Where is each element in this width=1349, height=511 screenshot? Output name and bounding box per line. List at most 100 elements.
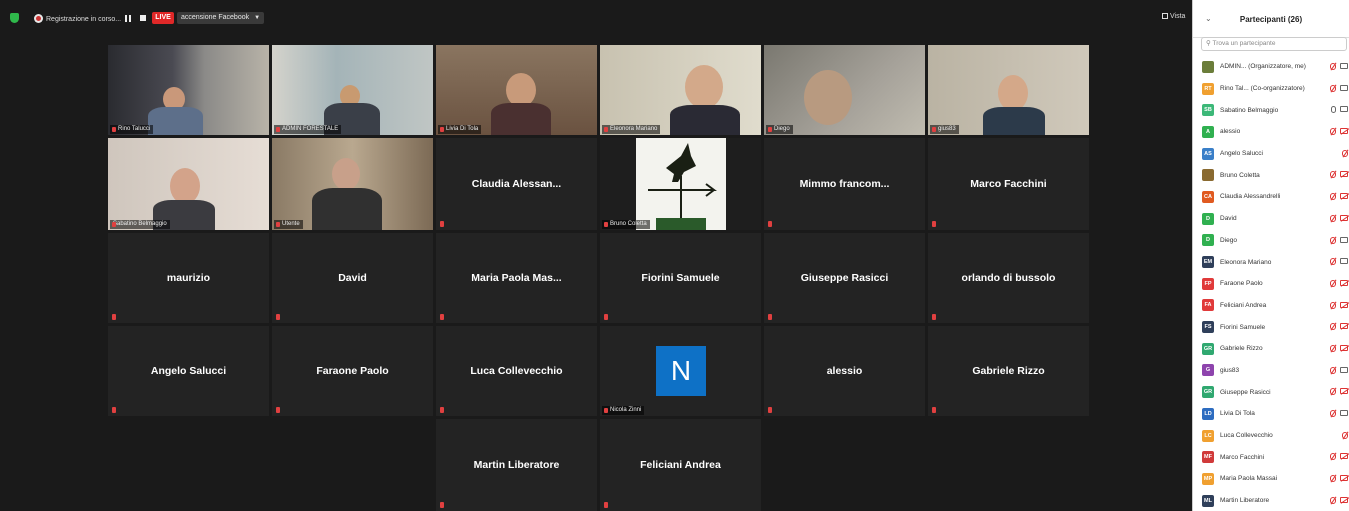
participant-name: Mimmo francom...: [799, 178, 890, 190]
mic-muted-icon: [1330, 171, 1336, 179]
mic-muted-icon: [604, 502, 608, 508]
video-tile[interactable]: ADMIN FORESTALE: [272, 45, 433, 135]
participant-row[interactable]: FA Feliciani Andrea: [1193, 295, 1349, 317]
avatar: FA: [1202, 299, 1214, 312]
name-tile[interactable]: Gabriele Rizzo: [928, 326, 1089, 416]
stream-label: accensione Facebook: [181, 14, 250, 21]
name-tile[interactable]: Marco Facchini: [928, 138, 1089, 230]
mic-muted-icon: [768, 407, 772, 413]
view-label: Vista: [1170, 13, 1186, 20]
name-tile[interactable]: Maria Paola Mas...: [436, 233, 597, 323]
mic-muted-icon: [768, 221, 772, 227]
participant-name-tag: Livia Di Tola: [438, 125, 482, 134]
participant-row[interactable]: LC Luca Collevecchio: [1193, 425, 1349, 447]
camera-off-icon: [1340, 344, 1348, 351]
video-tile[interactable]: Bruno Coletta: [600, 138, 761, 230]
mic-muted-icon: [440, 407, 444, 413]
name-tile[interactable]: Mimmo francom...: [764, 138, 925, 230]
stream-dropdown[interactable]: accensione Facebook ▼: [177, 12, 265, 24]
avatar-tile[interactable]: N Nicola Zinni: [600, 326, 761, 416]
name-tile[interactable]: Feliciani Andrea: [600, 419, 761, 511]
participant-name: Feliciani Andrea: [640, 459, 721, 471]
name-tile[interactable]: Claudia Alessan...: [436, 138, 597, 230]
camera-off-icon: [1340, 214, 1348, 221]
view-button[interactable]: Vista: [1162, 13, 1185, 20]
participant-row[interactable]: FP Faraone Paolo: [1193, 273, 1349, 295]
participant-name: Maria Paola Massai: [1220, 475, 1278, 483]
live-badge: LIVE: [152, 12, 174, 24]
deer-weathervane-logo: [648, 143, 717, 230]
participant-name: Claudia Alessandrelli: [1220, 193, 1281, 201]
participant-status-icons: [1330, 475, 1348, 483]
participant-name: Luca Collevecchio: [470, 365, 563, 377]
participant-row[interactable]: RT Rino Tal... (Co-organizzatore): [1193, 78, 1349, 100]
participant-row[interactable]: MP Maria Paola Massai: [1193, 468, 1349, 490]
mic-muted-icon: [1330, 366, 1336, 374]
participant-row[interactable]: D David: [1193, 208, 1349, 230]
name-tile[interactable]: maurizio: [108, 233, 269, 323]
camera-icon: [1340, 258, 1348, 265]
participant-row[interactable]: FS Fiorini Samuele: [1193, 316, 1349, 338]
video-tile[interactable]: Rino Talucci: [108, 45, 269, 135]
avatar: G: [1202, 364, 1214, 377]
participant-row[interactable]: LD Livia Di Tola: [1193, 403, 1349, 425]
participant-row[interactable]: SB Sabatino Belmaggio: [1193, 99, 1349, 121]
mic-muted-icon: [1330, 279, 1336, 287]
avatar: FS: [1202, 321, 1214, 334]
name-tile[interactable]: Angelo Salucci: [108, 326, 269, 416]
security-shield-icon[interactable]: [10, 13, 19, 23]
participant-row[interactable]: Aalessio: [1193, 121, 1349, 143]
participant-row[interactable]: D Diego: [1193, 230, 1349, 252]
search-input[interactable]: ⚲ Trova un partecipante: [1201, 37, 1347, 51]
camera-icon: [1340, 236, 1348, 243]
mic-muted-icon: [1330, 453, 1336, 461]
name-tile[interactable]: alessio: [764, 326, 925, 416]
participant-row[interactable]: Ggius83: [1193, 360, 1349, 382]
mic-muted-icon: [1330, 214, 1336, 222]
name-tile[interactable]: David: [272, 233, 433, 323]
video-tile[interactable]: Diego: [764, 45, 925, 135]
name-tile[interactable]: Giuseppe Rasicci: [764, 233, 925, 323]
camera-off-icon: [1340, 475, 1348, 482]
name-tile[interactable]: Luca Collevecchio: [436, 326, 597, 416]
video-tile-active-speaker[interactable]: Sabatino Belmaggio: [108, 138, 269, 230]
chevron-down-icon: ▼: [254, 15, 261, 21]
participant-row[interactable]: GR Giuseppe Rasicci: [1193, 381, 1349, 403]
participant-row[interactable]: Bruno Coletta: [1193, 164, 1349, 186]
participant-name-tag: Diego: [766, 125, 793, 134]
participant-row[interactable]: GR Gabriele Rizzo: [1193, 338, 1349, 360]
name-tile[interactable]: Martin Liberatore: [436, 419, 597, 511]
participant-name: ADMIN... (Organizzatore, me): [1220, 63, 1306, 71]
participant-name: Martin Liberatore: [473, 459, 560, 471]
participant-status-icons: [1330, 236, 1348, 244]
participant-name: Maria Paola Mas...: [471, 272, 562, 284]
participant-row[interactable]: CA Claudia Alessandrelli: [1193, 186, 1349, 208]
name-tile[interactable]: Faraone Paolo: [272, 326, 433, 416]
participant-row[interactable]: AS Angelo Salucci: [1193, 143, 1349, 165]
pause-recording-icon[interactable]: [125, 15, 131, 22]
participant-row[interactable]: ML Martin Liberatore: [1193, 490, 1349, 511]
participant-name: Rino Tal... (Co-organizzatore): [1220, 85, 1305, 93]
avatar: FP: [1202, 277, 1214, 290]
video-tile[interactable]: Eleonora Mariano: [600, 45, 761, 135]
camera-off-icon: [1340, 193, 1348, 200]
name-tile[interactable]: orlando di bussolo: [928, 233, 1089, 323]
participant-body: [670, 105, 740, 135]
video-tile[interactable]: Utente: [272, 138, 433, 230]
name-tile[interactable]: Fiorini Samuele: [600, 233, 761, 323]
stop-recording-icon[interactable]: [140, 15, 146, 21]
participant-status-icons: [1342, 149, 1348, 157]
participant-name: Giuseppe Rasicci: [800, 272, 889, 284]
participant-row[interactable]: EM Eleonora Mariano: [1193, 251, 1349, 273]
participant-name: Faraone Paolo: [316, 365, 389, 377]
participant-row[interactable]: MF Marco Facchini: [1193, 446, 1349, 468]
participant-name-tag: Nicola Zinni: [602, 406, 645, 415]
video-tile[interactable]: gius83: [928, 45, 1089, 135]
participant-row[interactable]: ADMIN... (Organizzatore, me): [1193, 56, 1349, 78]
participant-name: Gabriele Rizzo: [1220, 345, 1263, 353]
participant-head: [804, 70, 852, 125]
mic-muted-icon: [932, 407, 936, 413]
video-tile[interactable]: Livia Di Tola: [436, 45, 597, 135]
participant-name-tag: Bruno Coletta: [602, 220, 650, 229]
participants-panel: ⌄ Partecipanti (26) ⚲ Trova un partecipa…: [1192, 0, 1349, 511]
